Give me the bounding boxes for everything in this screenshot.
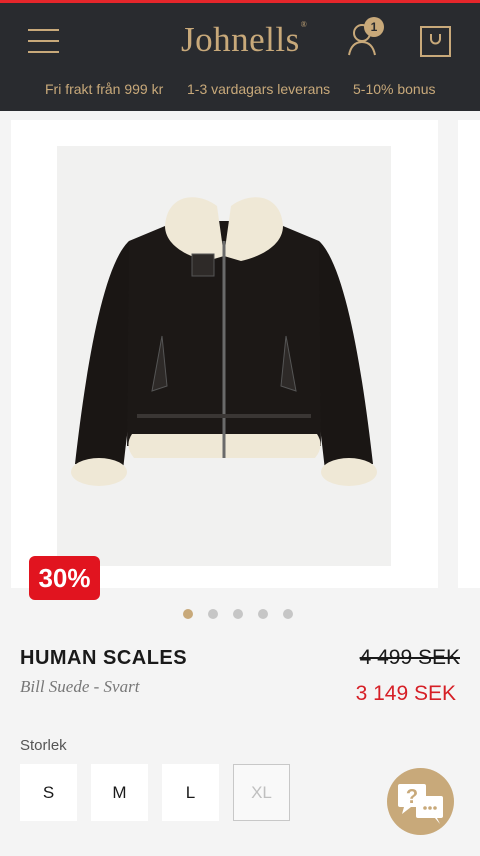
product-image[interactable]: [57, 146, 391, 566]
size-option-m[interactable]: M: [91, 764, 148, 821]
logo-text: Johnells: [181, 20, 300, 59]
product-brand[interactable]: HUMAN SCALES: [20, 647, 187, 670]
site-header: Johnells® 1 Fri frakt från 999 kr 1-3 va…: [0, 3, 480, 111]
original-price: 4 499 SEK: [359, 646, 460, 669]
menu-icon[interactable]: [28, 29, 59, 53]
gallery-dot[interactable]: [233, 609, 243, 619]
gallery-dot[interactable]: [283, 609, 293, 619]
chat-help-icon: ?: [398, 784, 443, 824]
size-selector: S M L XL: [20, 764, 290, 821]
size-option-s[interactable]: S: [20, 764, 77, 821]
size-option-xl[interactable]: XL: [233, 764, 290, 821]
usp-free-shipping: Fri frakt från 999 kr: [45, 81, 164, 97]
cart-count-badge: 1: [364, 17, 384, 37]
chat-help-button[interactable]: ?: [387, 768, 454, 835]
size-option-l[interactable]: L: [162, 764, 219, 821]
logo[interactable]: Johnells®: [181, 20, 307, 60]
size-label: Storlek: [20, 737, 67, 754]
gallery-dot[interactable]: [208, 609, 218, 619]
usp-delivery-time: 1-3 vardagars leverans: [187, 81, 331, 97]
product-model: Bill Suede - Svart: [20, 677, 140, 696]
sale-price: 3 149 SEK: [355, 682, 456, 705]
gallery-pagination: [183, 609, 293, 619]
gallery-dot[interactable]: [258, 609, 268, 619]
shopping-bag-icon[interactable]: [420, 26, 451, 57]
gallery-dot[interactable]: [183, 609, 193, 619]
product-image-gallery[interactable]: [11, 120, 438, 588]
discount-badge: 30%: [29, 556, 100, 600]
logo-registered-mark: ®: [300, 20, 308, 29]
jacket-illustration: [71, 197, 377, 486]
usp-bonus: 5-10% bonus: [353, 81, 436, 97]
next-image-peek[interactable]: [458, 120, 480, 588]
